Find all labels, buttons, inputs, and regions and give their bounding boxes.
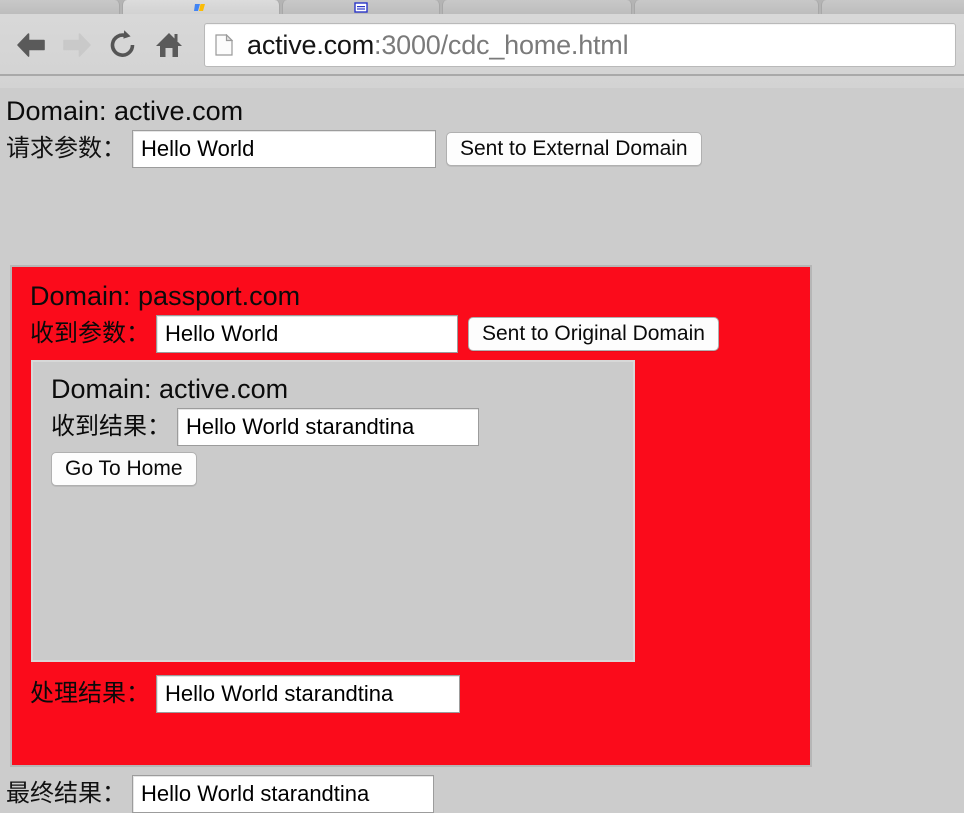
processed-result-input[interactable] [156,675,460,713]
back-button[interactable] [8,22,54,68]
page-document-icon [215,34,233,56]
outer-domain-heading: Domain: passport.com [30,281,301,311]
final-result-label: 最终结果： [6,780,126,807]
send-to-external-domain-button[interactable]: Sent to External Domain [446,132,702,166]
go-to-home-button[interactable]: Go To Home [51,452,197,486]
processed-result-label: 处理结果： [30,680,150,707]
reload-button[interactable] [100,22,146,68]
result-input[interactable] [177,408,479,446]
browser-chrome: active.com:3000/cdc_home.html [0,0,964,88]
request-param-label: 请求参数： [6,135,126,162]
browser-tab[interactable] [634,0,819,14]
received-param-row: 收到参数： Sent to Original Domain [30,315,810,353]
browser-tab[interactable] [821,0,964,14]
final-result-row: 最终结果： [6,775,434,813]
forward-button[interactable] [54,22,100,68]
arrow-right-icon [63,33,91,57]
reload-icon [110,30,135,57]
arrow-left-icon [17,33,45,57]
address-bar-url: active.com:3000/cdc_home.html [247,30,628,61]
tab-strip [0,0,964,14]
result-label: 收到结果： [51,413,171,440]
request-param-input[interactable] [132,130,436,168]
outer-iframe-passport: Domain: passport.com 收到参数： Sent to Origi… [10,265,812,767]
page-content: Domain: active.com 请求参数： Sent to Externa… [0,88,964,813]
request-param-row: 请求参数： Sent to External Domain [6,130,964,168]
address-bar[interactable]: active.com:3000/cdc_home.html [204,23,956,67]
browser-tab-google[interactable] [122,0,280,14]
google-icon [194,4,205,11]
inner-iframe-active: Domain: active.com 收到结果： Go To Home [31,360,635,662]
received-param-label: 收到参数： [30,320,150,347]
browser-toolbar: active.com:3000/cdc_home.html [0,14,964,76]
final-result-input[interactable] [132,775,434,813]
browser-tab-document[interactable] [282,0,440,14]
processed-result-row: 处理结果： [30,675,460,713]
address-bar-host: active.com [247,29,375,60]
document-icon [354,2,368,13]
inner-domain-heading: Domain: active.com [51,374,289,404]
browser-tab[interactable] [0,0,120,14]
home-icon [156,33,182,57]
address-bar-path: :3000/cdc_home.html [374,29,629,60]
send-to-original-domain-button[interactable]: Sent to Original Domain [468,317,719,351]
received-param-input[interactable] [156,315,458,353]
home-button-row: Go To Home [51,452,633,486]
result-row: 收到结果： [51,408,633,446]
home-button[interactable] [146,22,192,68]
top-domain-heading: Domain: active.com [6,96,244,126]
browser-tab[interactable] [442,0,632,14]
toolbar-divider [0,74,964,76]
